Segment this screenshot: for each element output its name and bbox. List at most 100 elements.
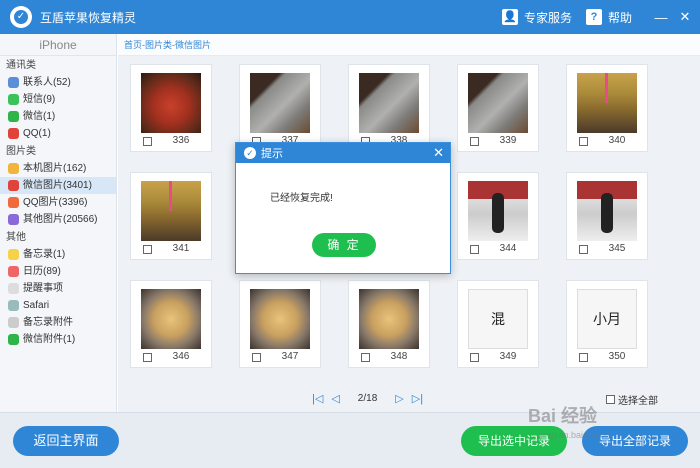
photo-thumbnail[interactable]: 混 xyxy=(468,289,528,349)
photo-card[interactable]: 344 xyxy=(457,172,539,260)
photo-thumbnail[interactable]: 小月 xyxy=(577,289,637,349)
photo-thumbnail[interactable] xyxy=(141,73,201,133)
photo-checkbox[interactable] xyxy=(579,353,588,362)
sidebar-item[interactable]: 提醒事项 xyxy=(0,280,116,297)
sidebar-item[interactable]: 其他图片(20566) xyxy=(0,211,116,228)
first-page-button[interactable]: |◁ xyxy=(312,392,323,405)
photo-card[interactable]: 345 xyxy=(566,172,648,260)
sidebar-item[interactable]: 微信图片(3401) xyxy=(0,177,116,194)
sidebar-item[interactable]: QQ图片(3396) xyxy=(0,194,116,211)
prompt-dialog: ✓ 提示 ✕ 已经恢复完成! 确 定 xyxy=(235,142,451,274)
photo-thumbnail[interactable] xyxy=(359,73,419,133)
photo-number: 349 xyxy=(499,351,517,362)
photo-checkbox[interactable] xyxy=(470,245,479,254)
sidebar-item-label: 其他图片(20566) xyxy=(23,214,98,225)
device-name: iPhone xyxy=(0,34,116,56)
person-icon: 👤 xyxy=(501,9,518,25)
photo-card[interactable]: 340 xyxy=(566,64,648,152)
sidebar-category: 图片类 xyxy=(6,146,36,157)
photo-number: 341 xyxy=(172,243,190,254)
sidebar-item[interactable]: 联系人(52) xyxy=(0,74,116,91)
page-indicator: 2/18 xyxy=(357,393,378,404)
category-icon xyxy=(8,94,19,105)
photo-checkbox[interactable] xyxy=(361,353,370,362)
photo-checkbox[interactable] xyxy=(143,353,152,362)
photo-thumbnail[interactable] xyxy=(577,181,637,241)
photo-checkbox[interactable] xyxy=(252,353,261,362)
sidebar-item-label: 短信(9) xyxy=(23,94,56,105)
photo-number: 340 xyxy=(608,135,626,146)
prev-page-button[interactable]: ◁ xyxy=(331,392,339,405)
photo-number: 336 xyxy=(172,135,190,146)
photo-checkbox[interactable] xyxy=(470,137,479,146)
sidebar-item-label: QQ图片(3396) xyxy=(23,197,88,208)
sidebar: iPhone 通讯类联系人(52) 短信(9) 微信(1) QQ(1) 图片类本机图片(… xyxy=(0,34,117,412)
sidebar-item[interactable]: 日历(89) xyxy=(0,263,116,280)
expert-service-button[interactable]: 👤 专家服务 xyxy=(501,9,572,26)
sidebar-item[interactable]: Safari xyxy=(0,297,116,314)
category-icon xyxy=(8,111,19,122)
photo-card[interactable]: 348 xyxy=(348,280,430,368)
baidu-watermark: Bai 经验 xyxy=(528,406,598,426)
category-icon xyxy=(8,266,19,277)
back-to-main-button[interactable]: 返回主界面 xyxy=(13,426,119,456)
category-icon xyxy=(8,214,19,225)
photo-card[interactable]: 小月 350 xyxy=(566,280,648,368)
photo-card[interactable]: 339 xyxy=(457,64,539,152)
photo-card[interactable]: 346 xyxy=(130,280,212,368)
breadcrumb: 首页-图片类-微信图片 xyxy=(118,34,700,56)
photo-card[interactable]: 347 xyxy=(239,280,321,368)
photo-thumbnail[interactable] xyxy=(577,73,637,133)
category-icon xyxy=(8,283,19,294)
photo-number: 348 xyxy=(390,351,408,362)
help-button[interactable]: ? 帮助 xyxy=(585,9,632,26)
dialog-header: ✓ 提示 xyxy=(236,143,450,163)
sidebar-item[interactable]: 短信(9) xyxy=(0,91,116,108)
expert-service-label: 专家服务 xyxy=(523,10,572,25)
app-logo: ✓ xyxy=(10,6,32,28)
category-icon xyxy=(8,334,19,345)
minimize-button[interactable]: — xyxy=(652,10,670,25)
photo-number: 347 xyxy=(281,351,299,362)
select-all-box[interactable] xyxy=(606,395,615,404)
next-page-button[interactable]: ▷ xyxy=(395,392,403,405)
sidebar-item-label: 本机图片(162) xyxy=(23,163,87,174)
photo-thumbnail[interactable] xyxy=(468,181,528,241)
sidebar-item-label: 备忘录(1) xyxy=(23,249,66,260)
sidebar-item[interactable]: 微信(1) xyxy=(0,108,116,125)
sidebar-category: 通讯类 xyxy=(6,60,36,71)
photo-thumbnail[interactable] xyxy=(250,73,310,133)
close-window-button[interactable]: ✕ xyxy=(676,9,694,25)
photo-thumbnail[interactable] xyxy=(141,181,201,241)
sidebar-item-label: Safari xyxy=(23,300,50,311)
photo-checkbox[interactable] xyxy=(143,137,152,146)
dialog-close-button[interactable]: ✕ xyxy=(433,145,444,161)
photo-thumbnail[interactable] xyxy=(250,289,310,349)
photo-checkbox[interactable] xyxy=(579,245,588,254)
info-icon: ✓ xyxy=(244,147,256,159)
sidebar-item[interactable]: 本机图片(162) xyxy=(0,160,116,177)
category-icon xyxy=(8,163,19,174)
photo-checkbox[interactable] xyxy=(143,245,152,254)
dialog-ok-button[interactable]: 确 定 xyxy=(312,233,376,257)
photo-card[interactable]: 混 349 xyxy=(457,280,539,368)
photo-thumbnail[interactable] xyxy=(141,289,201,349)
select-all-checkbox[interactable]: 选择全部 xyxy=(606,392,658,407)
sidebar-item[interactable]: 备忘录(1) xyxy=(0,246,116,263)
photo-checkbox[interactable] xyxy=(470,353,479,362)
photo-card[interactable]: 336 xyxy=(130,64,212,152)
photo-card[interactable]: 338 xyxy=(348,64,430,152)
category-icon xyxy=(8,249,19,260)
sidebar-item[interactable]: QQ(1) xyxy=(0,125,116,142)
sidebar-item[interactable]: 备忘录附件 xyxy=(0,314,116,331)
photo-card[interactable]: 337 xyxy=(239,64,321,152)
sidebar-item-label: 日历(89) xyxy=(23,266,61,277)
sidebar-item-label: 微信(1) xyxy=(23,111,56,122)
sidebar-item[interactable]: 微信附件(1) xyxy=(0,331,116,348)
last-page-button[interactable]: ▷| xyxy=(412,392,423,405)
photo-thumbnail[interactable] xyxy=(468,73,528,133)
photo-card[interactable]: 341 xyxy=(130,172,212,260)
photo-number: 344 xyxy=(499,243,517,254)
photo-thumbnail[interactable] xyxy=(359,289,419,349)
photo-checkbox[interactable] xyxy=(579,137,588,146)
